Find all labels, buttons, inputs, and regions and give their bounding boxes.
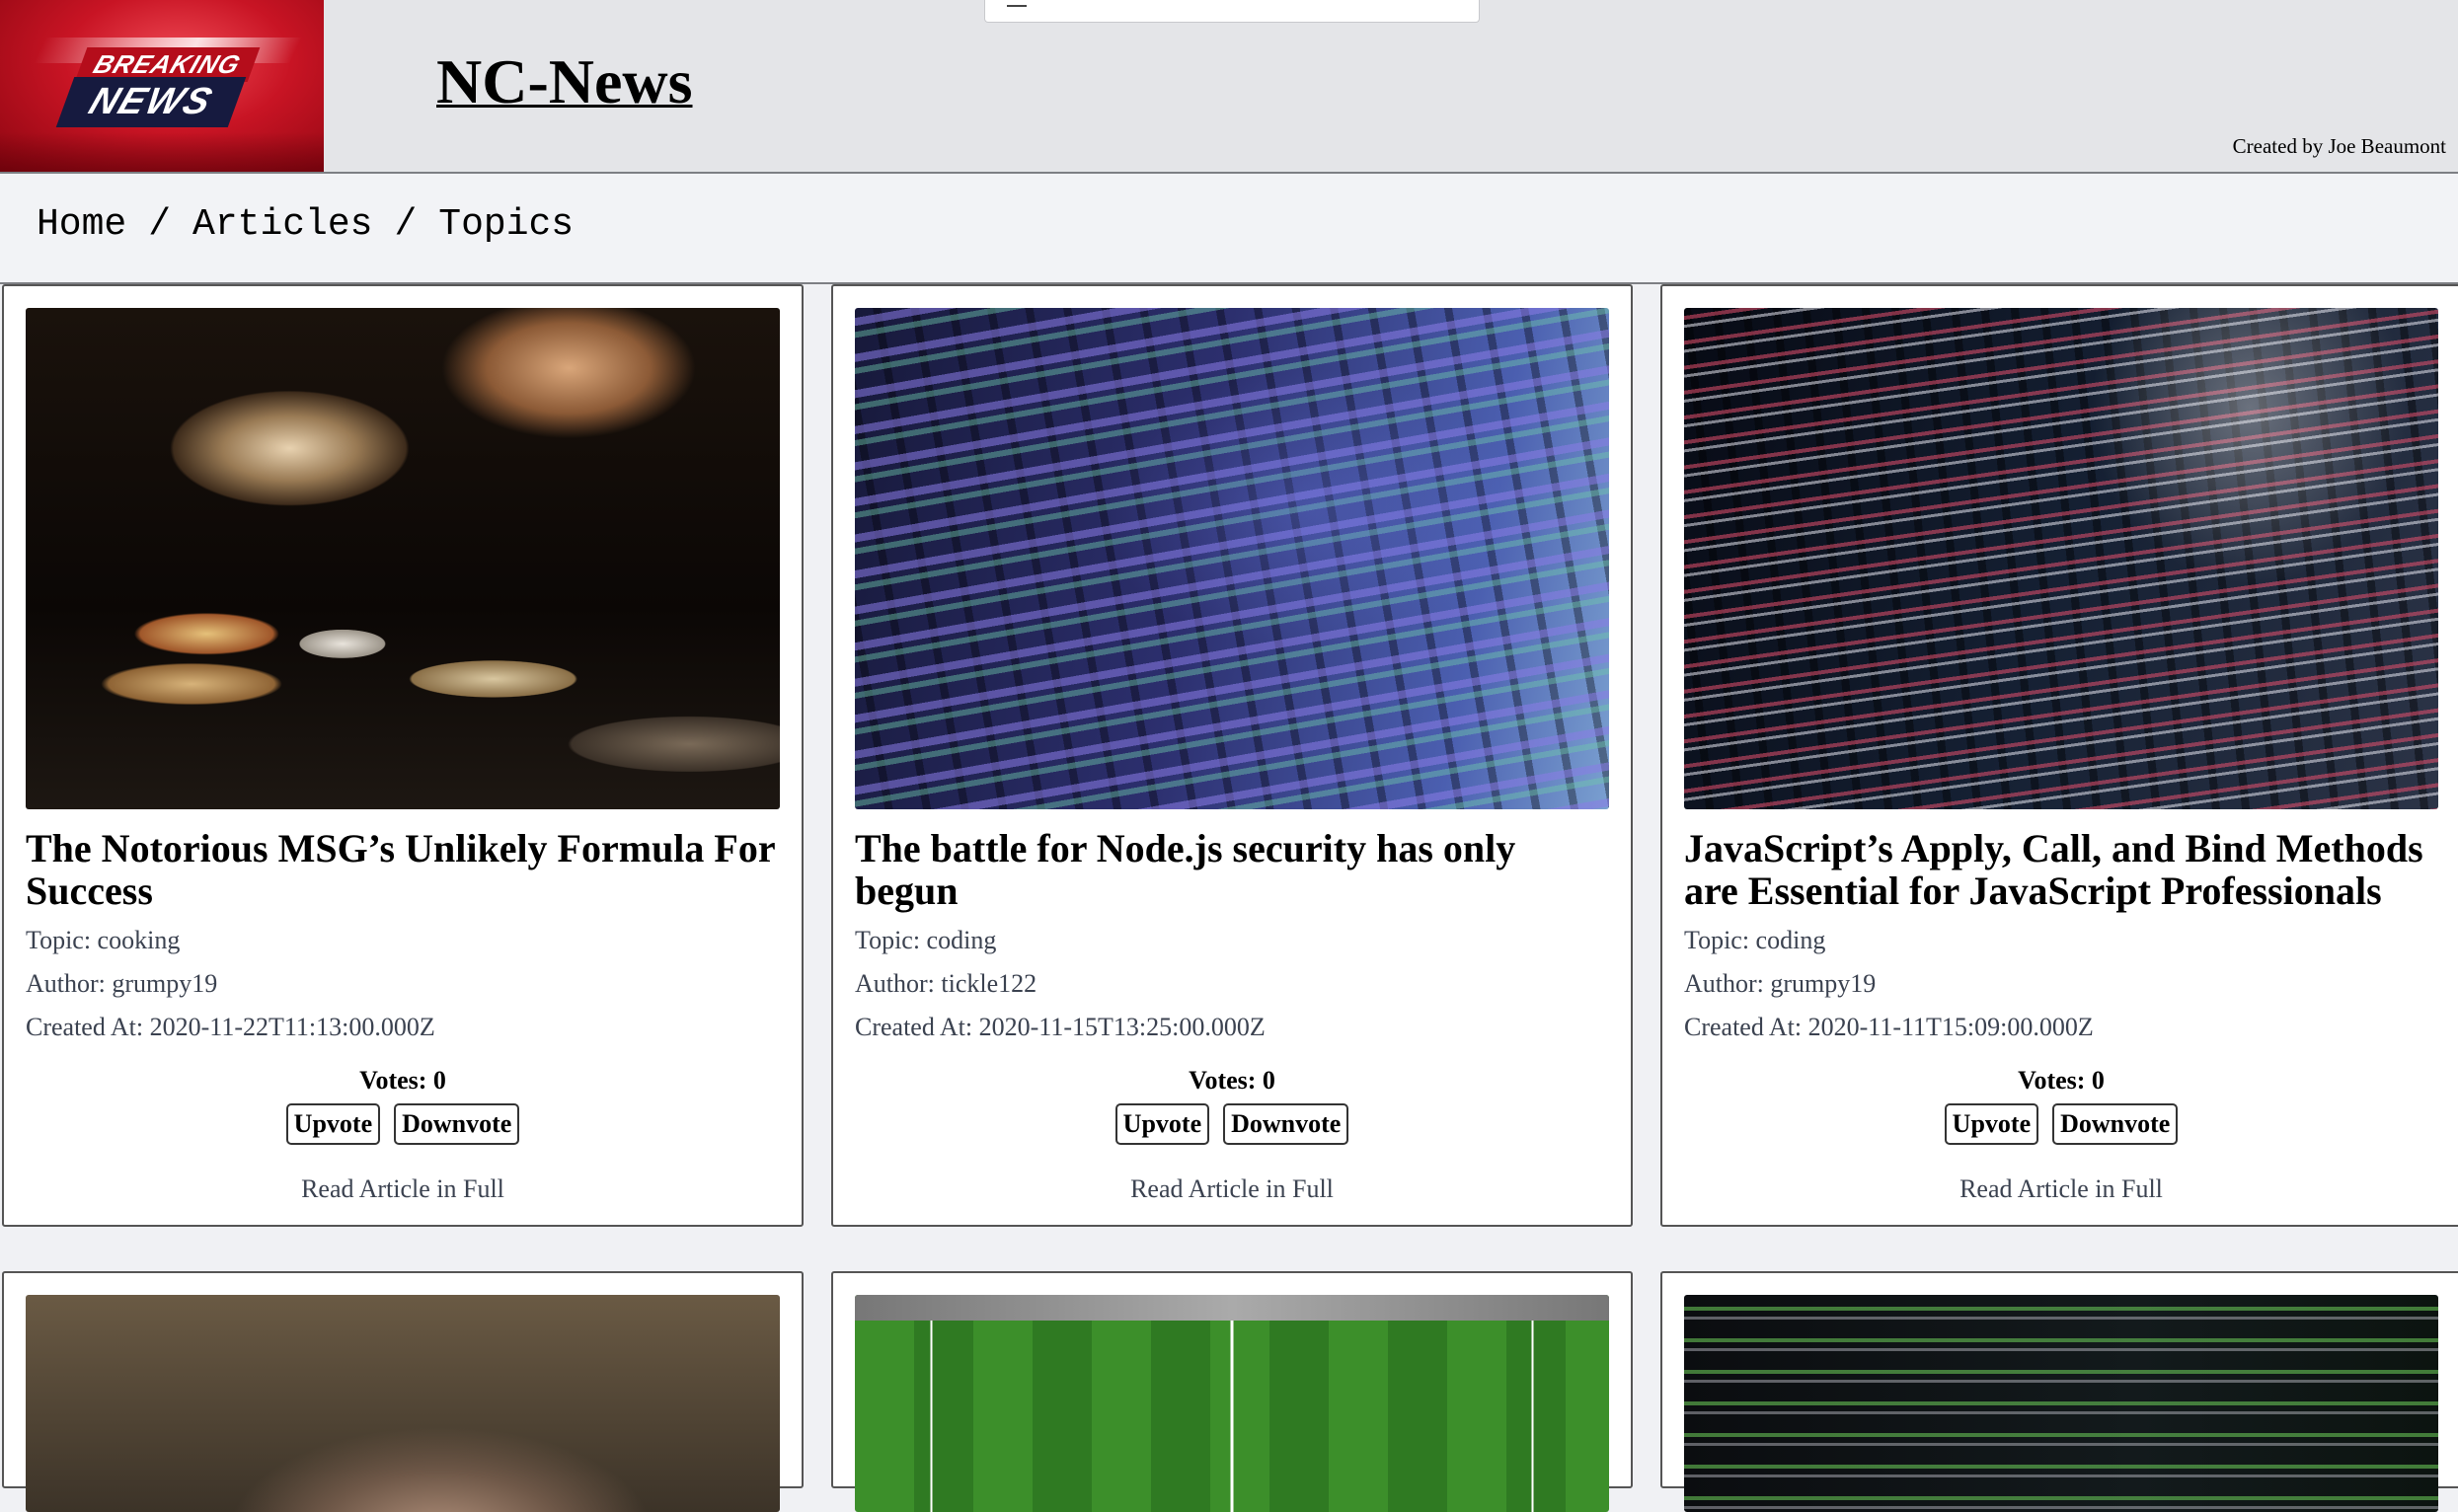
downvote-button[interactable]: Downvote: [394, 1103, 520, 1145]
breadcrumb-bar: Home / Articles / Topics: [0, 174, 2458, 284]
article-card: JavaScript’s Apply, Call, and Bind Metho…: [1660, 284, 2458, 1227]
author-credit: Created by Joe Beaumont: [2232, 134, 2446, 158]
vote-count: Votes: 0: [359, 1066, 446, 1095]
read-article-link[interactable]: Read Article in Full: [1662, 1174, 2458, 1204]
article-image-code[interactable]: [1684, 308, 2438, 809]
article-topic: Topic: cooking: [26, 926, 181, 954]
logo-line2: NEWS: [55, 77, 247, 127]
breaking-news-logo[interactable]: BREAKING NEWS: [0, 0, 324, 172]
article-topic: Topic: coding: [1684, 926, 1826, 954]
breadcrumb-articles[interactable]: Articles: [192, 203, 372, 246]
site-header: BREAKING NEWS NC-News Created by Joe Bea…: [0, 0, 2458, 174]
article-title: The battle for Node.js security has only…: [855, 826, 1516, 913]
article-author: Author: grumpy19: [1684, 969, 1877, 998]
article-image-code[interactable]: [855, 308, 1609, 809]
upvote-button[interactable]: Upvote: [1114, 1103, 1210, 1145]
article-title: The Notorious MSG’s Unlikely Formula For…: [26, 826, 775, 913]
breadcrumb-separator: /: [148, 203, 172, 246]
article-image-football[interactable]: [855, 1295, 1609, 1512]
vote-count: Votes: 0: [1189, 1066, 1275, 1095]
article-card: [831, 1271, 1633, 1512]
article-card: The battle for Node.js security has only…: [831, 284, 1633, 1227]
vote-buttons: Upvote Downvote: [1662, 1103, 2458, 1145]
upvote-button[interactable]: Upvote: [285, 1103, 381, 1145]
downvote-button[interactable]: Downvote: [2052, 1103, 2179, 1145]
read-article-link[interactable]: Read Article in Full: [4, 1174, 802, 1204]
vote-buttons: Upvote Downvote: [833, 1103, 1631, 1145]
breadcrumb: Home / Articles / Topics: [37, 203, 574, 246]
article-author: Author: tickle122: [855, 969, 1037, 998]
breadcrumb-home[interactable]: Home: [37, 203, 126, 246]
article-card: The Notorious MSG’s Unlikely Formula For…: [2, 284, 804, 1227]
article-image-code[interactable]: [1684, 1295, 2438, 1512]
upvote-button[interactable]: Upvote: [1944, 1103, 2039, 1145]
article-created-at: Created At: 2020-11-11T15:09:00.000Z: [1684, 1013, 2094, 1041]
breadcrumb-topics[interactable]: Topics: [438, 203, 574, 246]
article-title: JavaScript’s Apply, Call, and Bind Metho…: [1684, 826, 2423, 913]
dropdown-popup-edge: [984, 0, 1480, 23]
downvote-button[interactable]: Downvote: [1223, 1103, 1349, 1145]
site-title[interactable]: NC-News: [436, 45, 693, 118]
read-article-link[interactable]: Read Article in Full: [833, 1174, 1631, 1204]
article-created-at: Created At: 2020-11-15T13:25:00.000Z: [855, 1013, 1266, 1041]
article-card: [2, 1271, 804, 1512]
article-author: Author: grumpy19: [26, 969, 218, 998]
vote-count: Votes: 0: [2018, 1066, 2105, 1095]
logo-shade: [0, 132, 324, 172]
article-image[interactable]: [26, 1295, 780, 1512]
article-card: [1660, 1271, 2458, 1512]
menu-line-icon: [1007, 5, 1027, 7]
article-image-cooking[interactable]: [26, 308, 780, 809]
article-created-at: Created At: 2020-11-22T11:13:00.000Z: [26, 1013, 435, 1041]
breadcrumb-separator: /: [394, 203, 418, 246]
article-topic: Topic: coding: [855, 926, 997, 954]
vote-buttons: Upvote Downvote: [4, 1103, 802, 1145]
